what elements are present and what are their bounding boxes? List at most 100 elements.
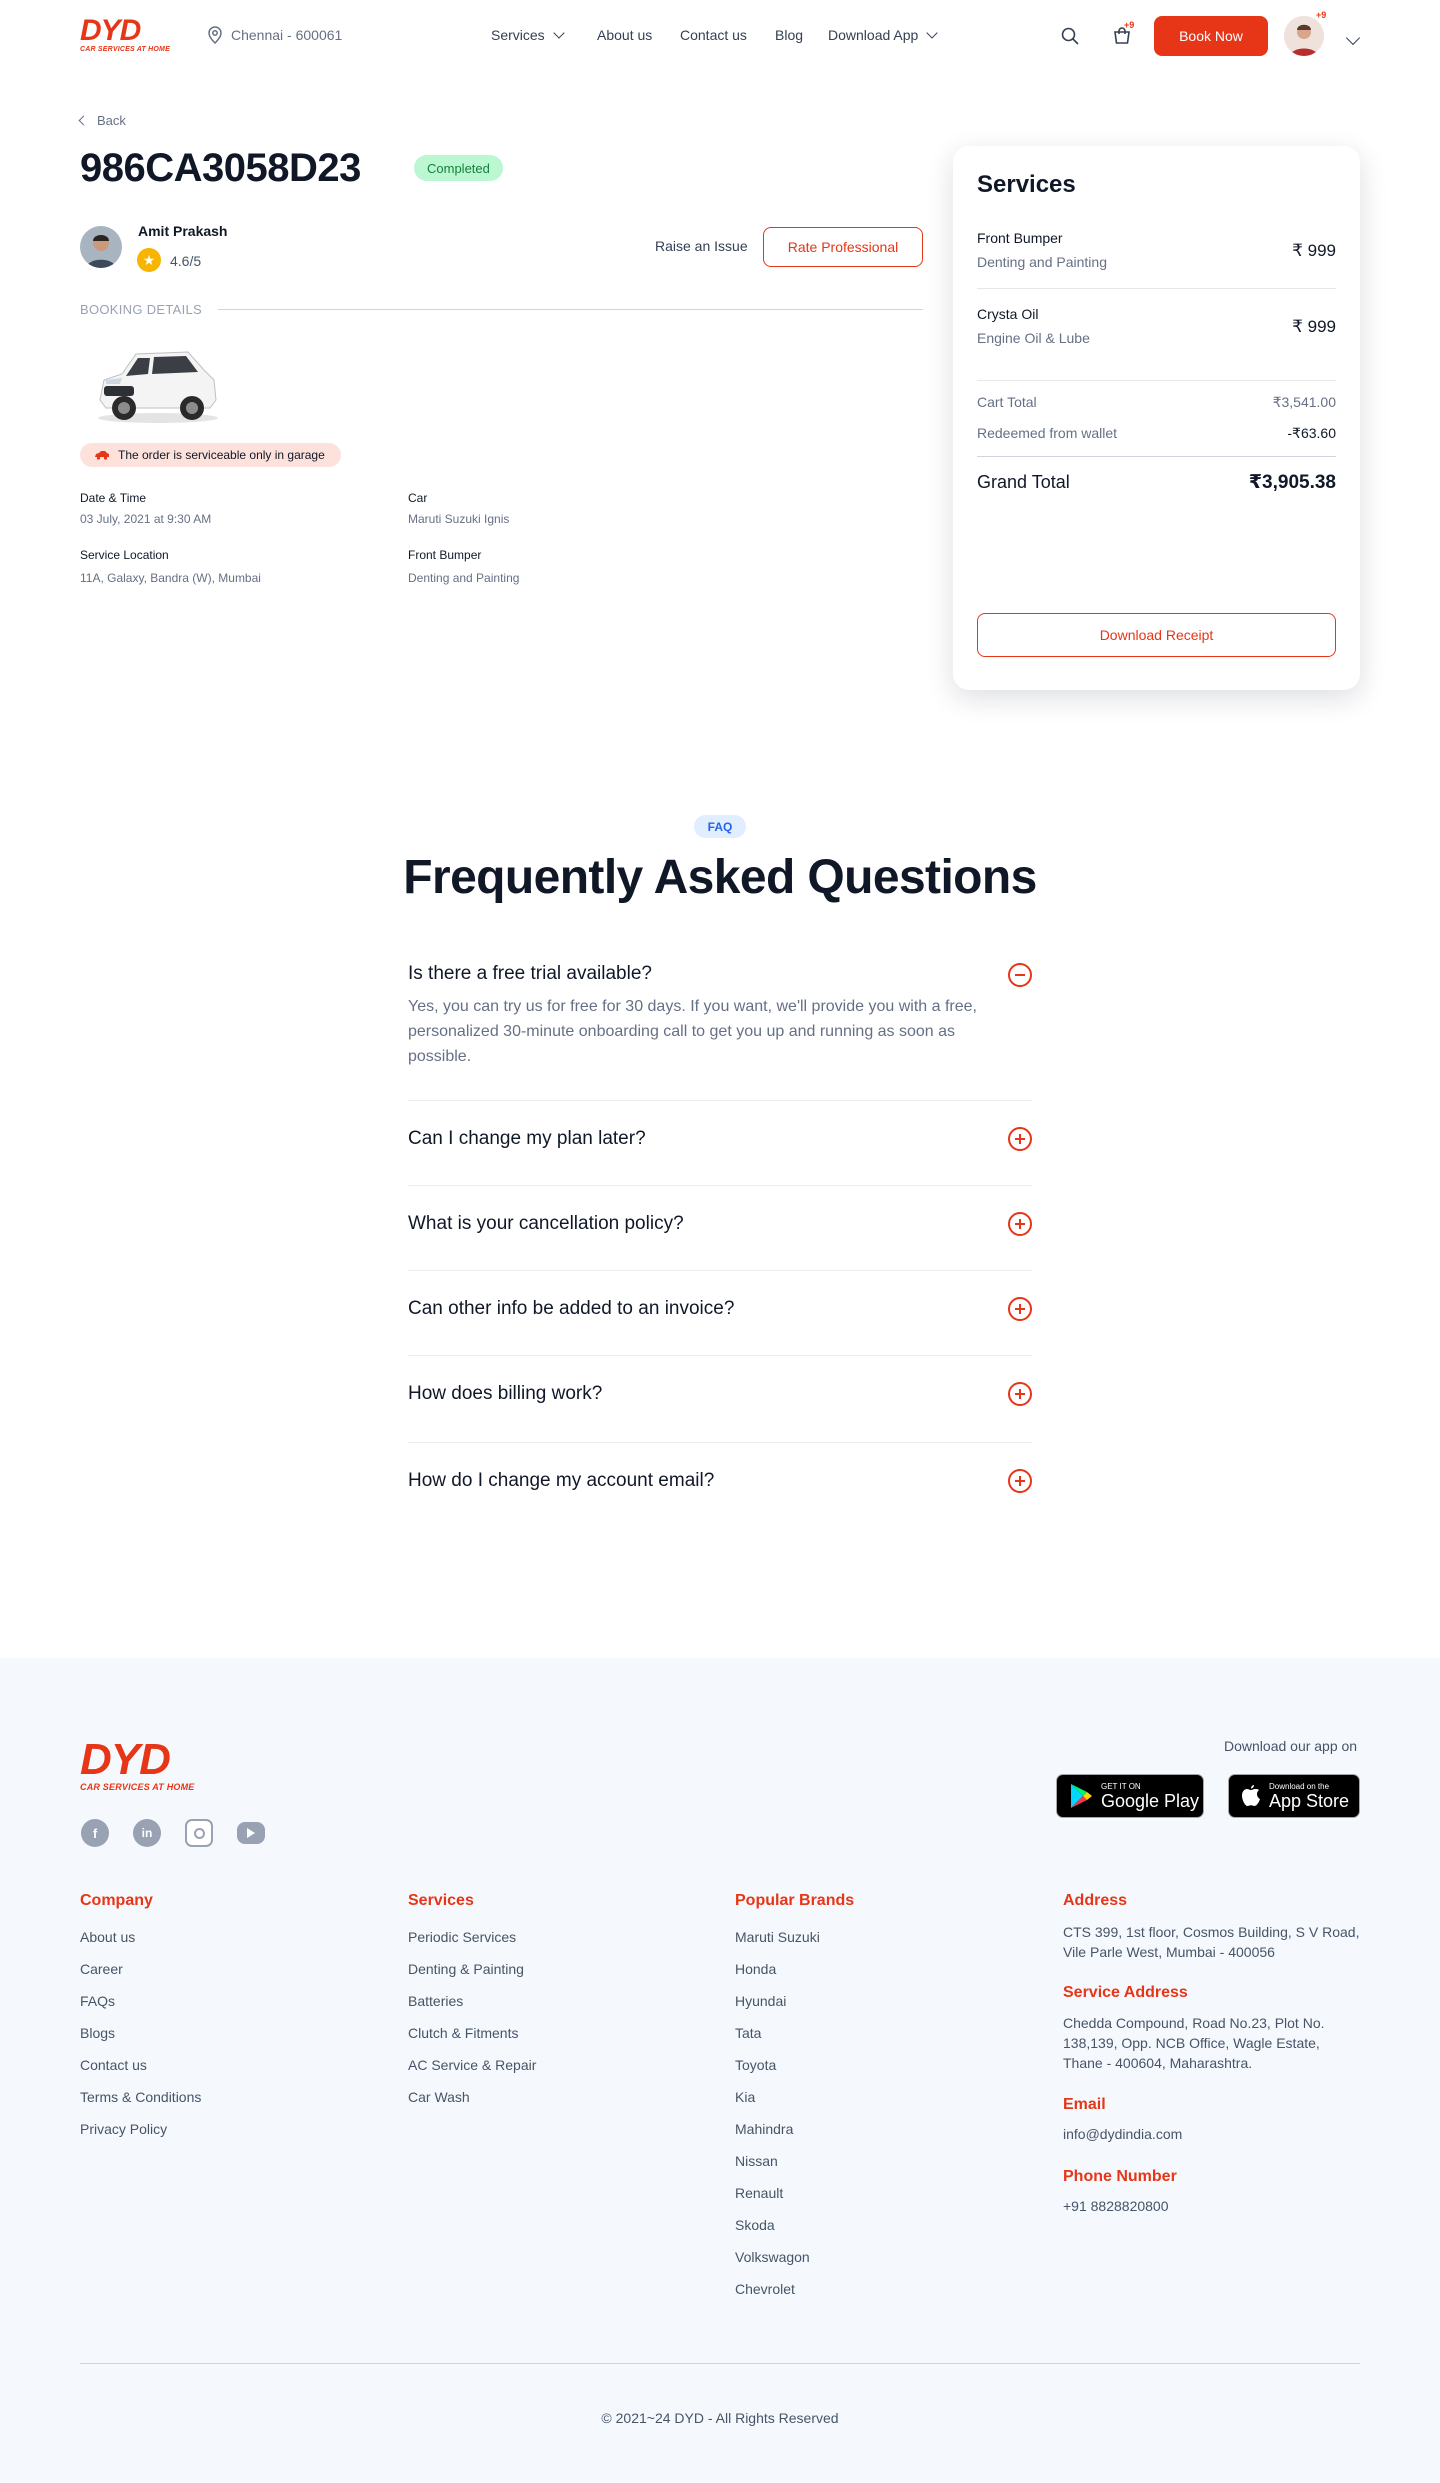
divider: [977, 380, 1336, 381]
footer-dyd-logo[interactable]: DYD CAR SERVICES AT HOME: [80, 1738, 195, 1793]
footer-link[interactable]: Tata: [735, 2025, 761, 2041]
youtube-icon[interactable]: [237, 1822, 265, 1844]
grand-total-value: ₹3,905.38: [1248, 472, 1336, 493]
faq-question[interactable]: How does billing work?: [408, 1383, 602, 1405]
user-avatar[interactable]: [1284, 16, 1324, 56]
footer-link[interactable]: About us: [80, 1929, 135, 1945]
date-time-value: 03 July, 2021 at 9:30 AM: [80, 512, 212, 526]
plus-circle-icon[interactable]: [1008, 1297, 1032, 1321]
faq-divider: [408, 1100, 1032, 1101]
car-label: Car: [408, 491, 428, 505]
faq-question[interactable]: Can I change my plan later?: [408, 1128, 646, 1150]
summary-title: Services: [977, 171, 1076, 198]
faq-divider: [408, 1442, 1032, 1443]
faq-question[interactable]: Can other info be added to an invoice?: [408, 1298, 734, 1320]
plus-circle-icon[interactable]: [1008, 1382, 1032, 1406]
search-icon[interactable]: [1060, 26, 1080, 46]
cart-total-label: Cart Total: [977, 394, 1037, 410]
nav-contact-us[interactable]: Contact us: [680, 27, 747, 43]
cart-badge: +9: [1124, 20, 1135, 30]
car-image: [98, 351, 218, 423]
garage-notice: The order is serviceable only in garage: [80, 443, 341, 467]
faq-question[interactable]: What is your cancellation policy?: [408, 1213, 684, 1235]
section-divider: [218, 309, 923, 310]
service-item-sub: Denting and Painting: [977, 254, 1107, 270]
faq-divider: [408, 1185, 1032, 1186]
service-item-name: Crysta Oil: [977, 306, 1039, 322]
footer-link[interactable]: Denting & Painting: [408, 1961, 524, 1977]
service-location-label: Service Location: [80, 548, 169, 562]
footer-link[interactable]: Car Wash: [408, 2089, 470, 2105]
faq-divider: [408, 1355, 1032, 1356]
instagram-icon[interactable]: [185, 1819, 213, 1847]
phone-link[interactable]: +91 8828820800: [1063, 2196, 1363, 2216]
faq-question[interactable]: How do I change my account email?: [408, 1470, 714, 1492]
date-time-label: Date & Time: [80, 491, 147, 505]
footer-link[interactable]: Nissan: [735, 2153, 778, 2169]
footer-link[interactable]: FAQs: [80, 1993, 115, 2009]
service-item-name: Front Bumper: [977, 230, 1063, 246]
footer-brands-title: Popular Brands: [735, 1892, 855, 1909]
user-photo: [1284, 16, 1324, 56]
service-address-text: Chedda Compound, Road No.23, Plot No. 13…: [1063, 2015, 1325, 2071]
chevron-down-icon: [926, 27, 938, 39]
copyright: © 2021~24 DYD - All Rights Reserved: [601, 2410, 839, 2426]
footer-link[interactable]: Kia: [735, 2089, 755, 2105]
footer-link[interactable]: Hyundai: [735, 1993, 786, 2009]
divider: [977, 288, 1336, 289]
footer-link[interactable]: Volkswagon: [735, 2249, 810, 2265]
google-play-button[interactable]: GET IT ON Google Play: [1056, 1774, 1204, 1818]
top-navbar: DYD CAR SERVICES AT HOME Chennai - 60006…: [0, 0, 1440, 72]
download-app-label: Download our app on: [1224, 1738, 1358, 1754]
raise-issue-link[interactable]: Raise an Issue: [655, 238, 748, 254]
footer-link[interactable]: AC Service & Repair: [408, 2057, 536, 2073]
plus-circle-icon[interactable]: [1008, 1469, 1032, 1493]
footer-link[interactable]: Periodic Services: [408, 1929, 516, 1945]
footer-link[interactable]: Toyota: [735, 2057, 776, 2073]
location-selector[interactable]: Chennai - 600061: [207, 26, 342, 44]
nav-services[interactable]: Services: [491, 27, 565, 43]
rate-professional-button[interactable]: Rate Professional: [763, 227, 923, 267]
footer-link[interactable]: Blogs: [80, 2025, 115, 2041]
footer-link[interactable]: Terms & Conditions: [80, 2089, 201, 2105]
minus-circle-icon[interactable]: [1008, 963, 1032, 987]
star-icon: ★: [137, 248, 161, 272]
footer-link[interactable]: Mahindra: [735, 2121, 793, 2137]
book-now-button[interactable]: Book Now: [1154, 16, 1268, 56]
service-item-sub: Engine Oil & Lube: [977, 330, 1090, 346]
plus-circle-icon[interactable]: [1008, 1127, 1032, 1151]
footer-link[interactable]: Batteries: [408, 1993, 463, 2009]
footer-link[interactable]: Chevrolet: [735, 2281, 795, 2297]
back-link[interactable]: Back: [78, 113, 126, 128]
location-pin-icon: [208, 26, 222, 44]
footer-link[interactable]: Contact us: [80, 2057, 147, 2073]
service-location-value: 11A, Galaxy, Bandra (W), Mumbai: [80, 571, 261, 585]
car-value: Maruti Suzuki Ignis: [408, 512, 510, 526]
profile-chevron-down-icon[interactable]: [1345, 30, 1361, 46]
booking-id: 986CA3058D23: [80, 146, 361, 190]
download-receipt-button[interactable]: Download Receipt: [977, 613, 1336, 657]
footer-link[interactable]: Honda: [735, 1961, 776, 1977]
app-store-button[interactable]: Download on the App Store: [1228, 1774, 1360, 1818]
nav-blog[interactable]: Blog: [775, 27, 803, 43]
footer-link[interactable]: Skoda: [735, 2217, 775, 2233]
nav-about-us[interactable]: About us: [597, 27, 652, 43]
footer-link[interactable]: Maruti Suzuki: [735, 1929, 820, 1945]
profile-badge: +9: [1316, 10, 1327, 20]
nav-download-app[interactable]: Download App: [828, 27, 938, 43]
dyd-logo[interactable]: DYD CAR SERVICES AT HOME: [80, 16, 170, 54]
footer-link[interactable]: Career: [80, 1961, 123, 1977]
google-play-icon: [1071, 1784, 1092, 1808]
email-link[interactable]: info@dydindia.com: [1063, 2124, 1363, 2144]
professional-avatar: [80, 226, 122, 268]
status-badge: Completed: [414, 155, 503, 181]
linkedin-icon[interactable]: in: [133, 1819, 161, 1847]
footer-link[interactable]: Renault: [735, 2185, 783, 2201]
plus-circle-icon[interactable]: [1008, 1212, 1032, 1236]
faq-question[interactable]: Is there a free trial available?: [408, 963, 652, 985]
location-text: Chennai - 600061: [231, 27, 343, 43]
cart-total-value: ₹3,541.00: [1272, 394, 1336, 410]
footer-link[interactable]: Privacy Policy: [80, 2121, 167, 2137]
facebook-icon[interactable]: f: [81, 1819, 109, 1847]
footer-link[interactable]: Clutch & Fitments: [408, 2025, 518, 2041]
